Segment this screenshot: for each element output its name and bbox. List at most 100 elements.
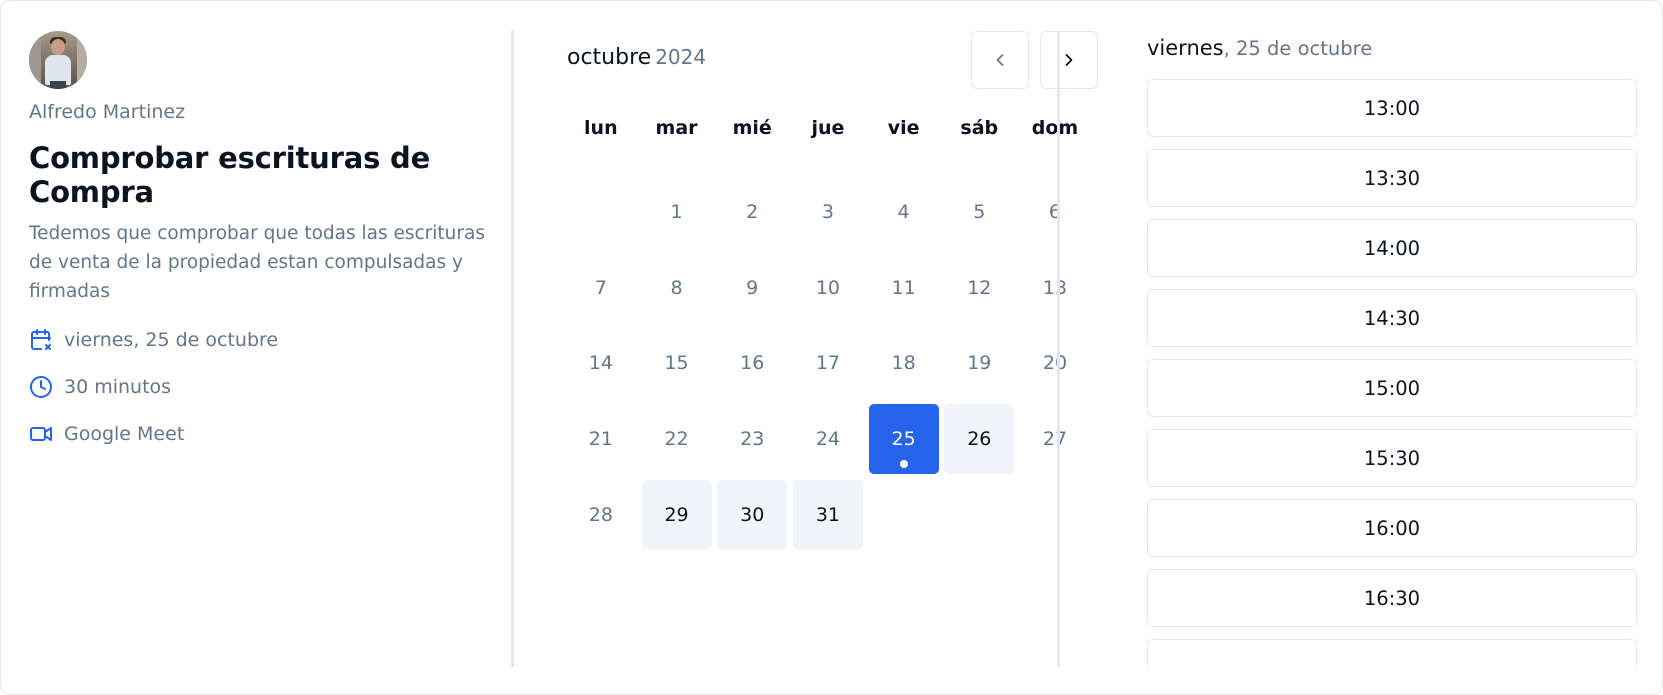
calendar-day-2: 2 [714, 174, 790, 250]
event-duration-row: 30 minutos [29, 374, 509, 400]
calendar-day-21: 21 [563, 401, 639, 477]
calendar-day-label: 6 [1048, 200, 1062, 223]
event-date-row: viernes, 25 de octubre [29, 327, 509, 353]
calendar-day-8: 8 [639, 250, 715, 326]
calendar-year: 2024 [655, 45, 707, 69]
chevron-right-icon [1065, 54, 1073, 66]
calendar-day-6: 6 [1017, 174, 1093, 250]
calendar-day-label: 28 [588, 503, 613, 526]
time-slot-list: 13:00 13:30 14:00 14:30 15:00 15:30 16:00 16:30 [1147, 79, 1637, 667]
calendar-day-label: 20 [1042, 352, 1068, 375]
time-slot-button[interactable]: 16:00 [1147, 499, 1637, 557]
calendar-day-label: 10 [815, 276, 840, 299]
calendar-day-29[interactable]: 29 [639, 477, 715, 553]
calendar-day-7: 7 [563, 250, 639, 326]
calendar-day-28: 28 [563, 477, 639, 553]
selected-weekday: viernes [1147, 36, 1224, 60]
next-month-button[interactable] [1040, 31, 1098, 89]
weekday-label: jue [811, 117, 845, 139]
calendar-day-20: 20 [1017, 325, 1093, 401]
selected-day-dot [899, 459, 908, 468]
calendar-day-12: 12 [941, 250, 1017, 326]
calendar-day-label: 26 [944, 403, 1015, 474]
organizer-name: Alfredo Martinez [29, 101, 186, 123]
selected-date: , 25 de octubre [1223, 37, 1373, 60]
calendar-day-24: 24 [790, 401, 866, 477]
calendar-day-label: 22 [664, 427, 689, 450]
event-location: Google Meet [64, 423, 185, 445]
calendar-day-label: 5 [973, 200, 986, 223]
calendar-day-label: 31 [792, 479, 863, 550]
event-location-row: Google Meet [29, 421, 509, 447]
weekday-label: vie [887, 117, 920, 139]
calendar-day-label: 30 [717, 479, 788, 550]
calendar-day-label: 15 [664, 352, 689, 375]
video-camera-icon [30, 427, 52, 441]
calendar-day-label: 21 [588, 427, 613, 450]
time-slot-button[interactable]: 13:00 [1147, 79, 1637, 137]
calendar-day-27: 27 [1017, 401, 1093, 477]
weekday-label: dom [1031, 117, 1079, 139]
calendar-day-14: 14 [563, 325, 639, 401]
time-slot-button[interactable]: 14:30 [1147, 289, 1637, 347]
time-slot-button[interactable]: 15:00 [1147, 359, 1637, 417]
calendar-day-25[interactable]: 25 [866, 401, 942, 477]
event-info-panel: Alfredo Martinez Comprobar escrituras de… [29, 31, 509, 447]
calendar-day-label: 12 [967, 276, 992, 299]
calendar-day-23: 23 [714, 401, 790, 477]
calendar-day-26[interactable]: 26 [941, 401, 1017, 477]
calendar-day-label: 11 [891, 276, 916, 299]
calendar-blank-cell [563, 174, 639, 250]
calendar-day-30[interactable]: 30 [714, 477, 790, 553]
calendar-day-label: 27 [1042, 427, 1068, 450]
calendar-day-label: 17 [815, 352, 840, 375]
selected-date-heading: viernes, 25 de octubre [1147, 31, 1637, 79]
calendar-header: octubre 2024 [549, 31, 1101, 89]
weekday-label: mié [732, 117, 772, 139]
calendar-day-label: 9 [746, 276, 759, 299]
calendar-day-1: 1 [639, 174, 715, 250]
calendar-day-label: 8 [670, 276, 683, 299]
previous-month-button[interactable] [971, 31, 1029, 89]
calendar-day-15: 15 [639, 325, 715, 401]
calendar-day-label: 25 [868, 403, 939, 474]
calendar-day-16: 16 [714, 325, 790, 401]
calendar-day-label: 4 [897, 200, 910, 223]
calendar-day-label: 14 [588, 352, 613, 375]
weekday-label: lun [584, 117, 618, 139]
time-slot-button[interactable] [1147, 639, 1637, 667]
clock-icon [30, 376, 52, 398]
calendar-day-9: 9 [714, 250, 790, 326]
calendar-day-label: 24 [815, 427, 840, 450]
calendar-day-11: 11 [866, 250, 942, 326]
calendar-x-icon [31, 329, 51, 350]
calendar-day-label: 16 [740, 352, 765, 375]
calendar: octubre 2024 lun mar mié jue vie sáb dom 123456… [549, 31, 1101, 550]
calendar-day-22: 22 [639, 401, 715, 477]
calendar-day-31[interactable]: 31 [790, 477, 866, 553]
calendar-day-19: 19 [941, 325, 1017, 401]
calendar-day-label: 13 [1042, 276, 1068, 299]
calendar-day-label: 3 [821, 200, 834, 223]
weekday-header: lun mar mié jue vie sáb dom [563, 117, 1093, 139]
time-slot-button[interactable]: 14:00 [1147, 219, 1637, 277]
time-slots-panel: viernes, 25 de octubre 13:00 13:30 14:00 14… [1147, 31, 1637, 667]
calendar-day-label: 19 [967, 352, 992, 375]
time-slot-button[interactable]: 15:30 [1147, 429, 1637, 487]
panel-divider [1057, 31, 1060, 667]
calendar-day-label: 29 [641, 479, 712, 550]
calendar-day-5: 5 [941, 174, 1017, 250]
calendar-day-17: 17 [790, 325, 866, 401]
calendar-day-label: 23 [740, 427, 765, 450]
calendar-day-label: 7 [594, 276, 607, 299]
calendar-month-year: octubre 2024 [567, 45, 706, 70]
calendar-grid: 1 2 3 4 5 6 7 8 9 10 11 12 13 14 15 16 17 18 19 20 21 22 23 24 2… [563, 174, 1093, 552]
calendar-day-3: 3 [790, 174, 866, 250]
weekday-label: sáb [960, 117, 999, 139]
calendar-day-label: 1 [670, 200, 683, 223]
calendar-month: octubre [567, 45, 652, 70]
time-slot-button[interactable]: 13:30 [1147, 149, 1637, 207]
time-slot-button[interactable]: 16:30 [1147, 569, 1637, 627]
chevron-left-icon [996, 54, 1004, 66]
event-description: Tedemos que comprobar que todas las escr… [29, 223, 485, 302]
